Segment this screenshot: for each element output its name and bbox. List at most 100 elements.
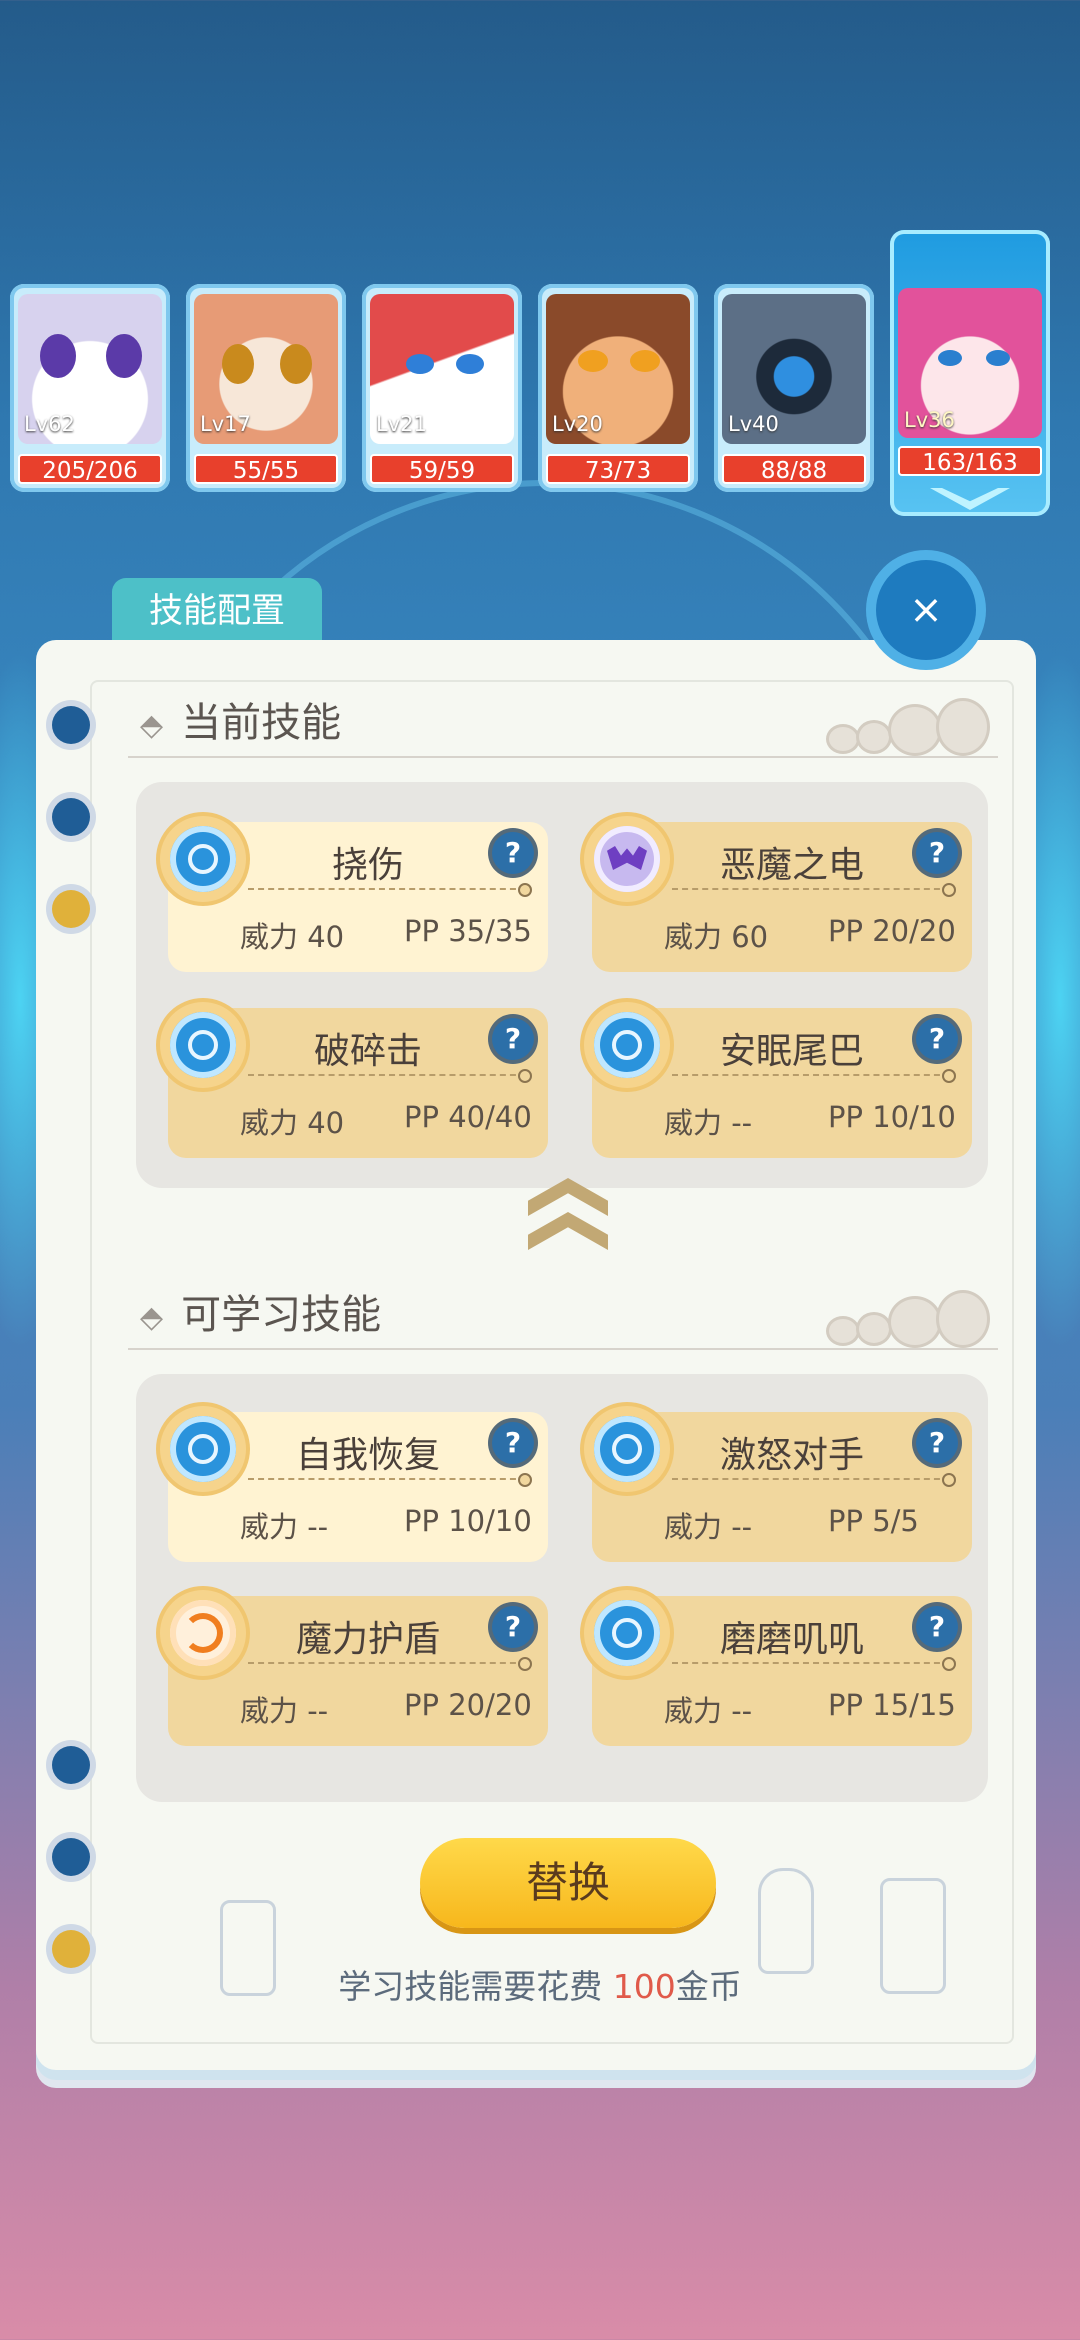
team-bar: Lv62 205/206 Lv17 55/55 Lv21 59/59 Lv20 … <box>10 230 1070 516</box>
binder-hole-icon <box>52 1746 90 1784</box>
skill-pp: PP 35/35 <box>404 914 532 948</box>
binder-hole-icon <box>52 798 90 836</box>
divider <box>672 883 956 897</box>
skill-name: 激怒对手 <box>719 1435 864 1476</box>
skill-pp: PP 20/20 <box>404 1688 532 1722</box>
pet-hp-bar: 88/88 <box>722 454 866 484</box>
skill-pp: PP 5/5 <box>828 1504 919 1538</box>
double-chevron-up-icon[interactable] <box>528 1176 608 1256</box>
skill-pp: PP 15/15 <box>828 1688 956 1722</box>
help-icon[interactable]: ? <box>492 1422 534 1464</box>
binder-hole-icon <box>52 706 90 744</box>
skill-card[interactable]: 磨磨叽叽 ? 威力 -- PP 15/15 <box>584 1590 972 1746</box>
bat-icon <box>584 816 670 902</box>
skill-card[interactable]: 挠伤 ? 威力 40 PP 35/35 <box>160 816 548 972</box>
skill-pp: PP 10/10 <box>828 1100 956 1134</box>
help-icon[interactable]: ? <box>492 832 534 874</box>
divider <box>672 1069 956 1083</box>
pet-level: Lv40 <box>728 412 779 436</box>
learnable-skills-box: 自我恢复 ? 威力 -- PP 10/10 激怒对手 ? 威力 -- PP 5/… <box>136 1374 988 1802</box>
cat-decoration-icon <box>826 694 990 756</box>
team-slot-4[interactable]: Lv20 73/73 <box>538 284 698 492</box>
bulb-sketch-icon <box>758 1868 814 1974</box>
pet-hp-bar: 59/59 <box>370 454 514 484</box>
skill-card[interactable]: 魔力护盾 ? 威力 -- PP 20/20 <box>160 1590 548 1746</box>
skill-power: 威力 -- <box>664 1106 753 1140</box>
cost-suffix: 金币 <box>675 1967 742 2006</box>
team-slot-2[interactable]: Lv17 55/55 <box>186 284 346 492</box>
current-skills-title: ⬘ 当前技能 <box>140 690 341 748</box>
divider <box>248 1473 532 1487</box>
pet-level: Lv36 <box>904 408 955 432</box>
cost-prefix: 学习技能需要花费 <box>338 1967 613 2006</box>
help-icon[interactable]: ? <box>916 832 958 874</box>
skill-card[interactable]: 自我恢复 ? 威力 -- PP 10/10 <box>160 1406 548 1562</box>
section-marker-icon: ⬘ <box>140 707 164 743</box>
skill-name: 自我恢复 <box>295 1435 440 1476</box>
water-icon <box>160 816 246 902</box>
current-skills-label: 当前技能 <box>181 700 342 746</box>
close-button[interactable]: × <box>876 560 976 660</box>
divider <box>128 1348 998 1350</box>
water-icon <box>584 1590 670 1676</box>
skill-pp: PP 10/10 <box>404 1504 532 1538</box>
help-icon[interactable]: ? <box>492 1606 534 1648</box>
pet-hp-bar: 163/163 <box>898 446 1042 476</box>
skill-power: 威力 40 <box>240 920 345 954</box>
help-icon[interactable]: ? <box>916 1606 958 1648</box>
help-icon[interactable]: ? <box>492 1018 534 1060</box>
binder-hole-icon <box>52 1838 90 1876</box>
pet-hp-bar: 55/55 <box>194 454 338 484</box>
team-slot-5[interactable]: Lv40 88/88 <box>714 284 874 492</box>
skill-pp: PP 20/20 <box>828 914 956 948</box>
skill-pp: PP 40/40 <box>404 1100 532 1134</box>
skill-power: 威力 -- <box>664 1510 753 1544</box>
skill-name: 魔力护盾 <box>295 1619 440 1660</box>
skill-name: 破碎击 <box>313 1031 422 1072</box>
help-icon[interactable]: ? <box>916 1422 958 1464</box>
skill-card[interactable]: 恶魔之电 ? 威力 60 PP 20/20 <box>584 816 972 972</box>
skill-power: 威力 -- <box>664 1694 753 1728</box>
divider <box>248 883 532 897</box>
selected-chevron-icon <box>930 488 1010 510</box>
pet-level: Lv17 <box>200 412 251 436</box>
skill-card[interactable]: 破碎击 ? 威力 40 PP 40/40 <box>160 1002 548 1158</box>
divider <box>248 1069 532 1083</box>
pet-hp-bar: 73/73 <box>546 454 690 484</box>
tab-skill-config[interactable]: 技能配置 <box>112 578 322 644</box>
divider <box>128 756 998 758</box>
skill-card[interactable]: 安眠尾巴 ? 威力 -- PP 10/10 <box>584 1002 972 1158</box>
skill-name: 挠伤 <box>331 845 404 886</box>
replace-button[interactable]: 替换 <box>420 1838 716 1928</box>
skill-power: 威力 60 <box>664 920 769 954</box>
current-skills-box: 挠伤 ? 威力 40 PP 35/35 恶魔之电 ? 威力 60 PP 20/2… <box>136 782 988 1188</box>
help-icon[interactable]: ? <box>916 1018 958 1060</box>
skill-name: 磨磨叽叽 <box>719 1619 864 1660</box>
learnable-skills-title: ⬘ 可学习技能 <box>140 1282 381 1340</box>
cat-decoration-icon <box>826 1286 990 1348</box>
skill-card[interactable]: 激怒对手 ? 威力 -- PP 5/5 <box>584 1406 972 1562</box>
pet-hp-bar: 205/206 <box>18 454 162 484</box>
skill-power: 威力 -- <box>240 1694 329 1728</box>
water-icon <box>584 1002 670 1088</box>
binder-hole-icon <box>52 890 90 928</box>
skill-power: 威力 -- <box>240 1510 329 1544</box>
learnable-skills-label: 可学习技能 <box>181 1292 382 1338</box>
skill-name: 安眠尾巴 <box>719 1031 864 1072</box>
team-slot-1[interactable]: Lv62 205/206 <box>10 284 170 492</box>
cost-amount: 100 <box>612 1967 676 2006</box>
divider <box>672 1473 956 1487</box>
water-icon <box>584 1406 670 1492</box>
pet-level: Lv21 <box>376 412 427 436</box>
section-marker-icon: ⬘ <box>140 1299 164 1335</box>
pet-level: Lv62 <box>24 412 75 436</box>
pet-level: Lv20 <box>552 412 603 436</box>
team-slot-3[interactable]: Lv21 59/59 <box>362 284 522 492</box>
divider <box>672 1657 956 1671</box>
team-slot-6-selected[interactable]: Lv36 163/163 <box>890 230 1050 516</box>
skill-power: 威力 40 <box>240 1106 345 1140</box>
learn-cost-text: 学习技能需要花费 100金币 <box>0 1960 1080 2008</box>
divider <box>248 1657 532 1671</box>
water-icon <box>160 1002 246 1088</box>
skill-name: 恶魔之电 <box>719 845 864 886</box>
